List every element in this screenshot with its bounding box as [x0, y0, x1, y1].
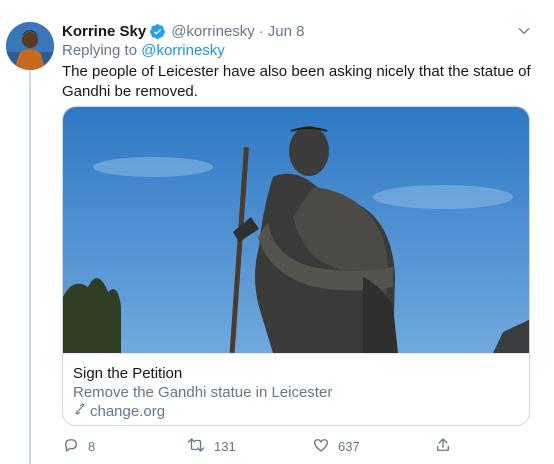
tweet-text: The people of Leicester have also been a…	[62, 63, 531, 100]
author-name[interactable]: Korrine Sky	[62, 23, 146, 40]
link-card[interactable]: Sign the Petition Remove the Gandhi stat…	[62, 106, 530, 426]
share-icon	[434, 436, 452, 457]
retweet-button[interactable]: 131	[186, 436, 236, 456]
share-button[interactable]	[434, 436, 452, 456]
reply-count: 8	[88, 438, 96, 454]
like-button[interactable]: 637	[312, 436, 360, 456]
replying-prefix: Replying to	[62, 42, 138, 59]
replying-to-mention[interactable]: @korrinesky	[141, 42, 225, 59]
card-domain: change.org	[73, 402, 519, 421]
reply-button[interactable]: 8	[62, 436, 95, 456]
link-icon	[73, 402, 90, 421]
thread-line	[29, 70, 31, 464]
author-handle[interactable]: @korrinesky	[171, 23, 255, 40]
chevron-down-icon[interactable]	[515, 22, 533, 40]
tweet-header: Korrine Sky @korrinesky · Jun 8	[62, 20, 304, 42]
separator-dot: ·	[258, 22, 264, 40]
retweet-count: 131	[214, 438, 236, 454]
heart-icon	[312, 436, 330, 457]
replying-to: Replying to @korrinesky	[62, 42, 225, 59]
verified-badge-icon	[149, 23, 166, 40]
card-image	[63, 107, 529, 353]
tweet[interactable]: Korrine Sky @korrinesky · Jun 8 Replying…	[0, 0, 554, 464]
card-domain-text: change.org	[90, 403, 166, 420]
like-count: 637	[338, 438, 360, 454]
card-title: Sign the Petition	[73, 365, 183, 382]
tweet-date[interactable]: Jun 8	[268, 23, 305, 40]
tweet-actions: 8 131 637	[62, 436, 532, 456]
avatar[interactable]	[6, 22, 54, 70]
card-info: Sign the Petition Remove the Gandhi stat…	[63, 353, 529, 425]
retweet-icon	[186, 436, 206, 457]
reply-icon	[62, 436, 80, 457]
card-description: Remove the Gandhi statue in Leicester	[73, 384, 333, 401]
